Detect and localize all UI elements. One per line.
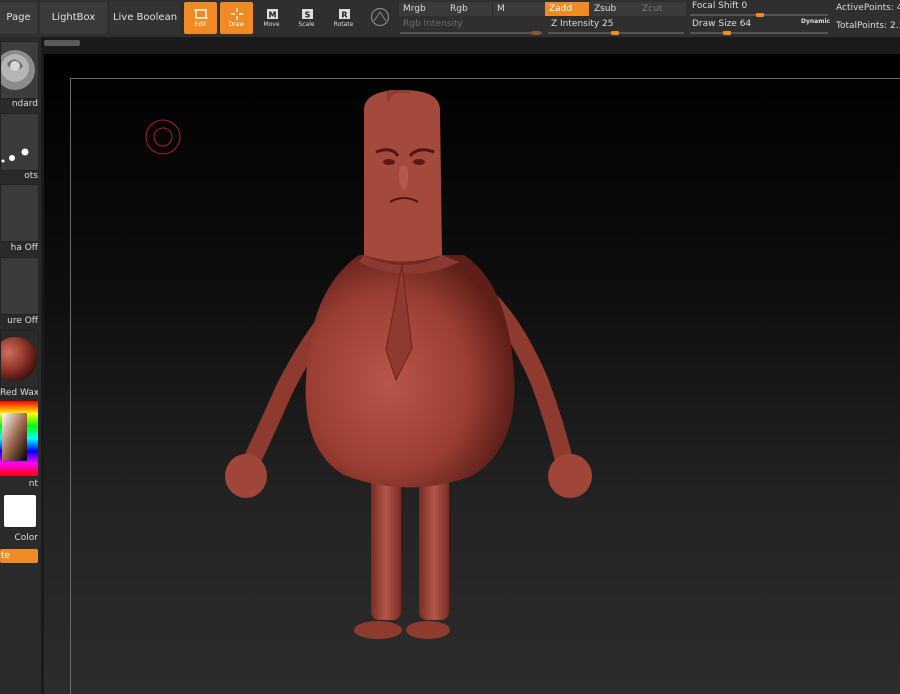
- stroke-label: ots: [24, 171, 38, 181]
- scale-tool-button[interactable]: S Scale: [290, 2, 323, 34]
- focal-shift-knob[interactable]: [756, 13, 764, 17]
- draw-size-knob[interactable]: [723, 31, 731, 35]
- top-toolbar: Page LightBox Live Boolean Edit Draw M M…: [0, 0, 900, 38]
- draw-size-track[interactable]: [690, 32, 828, 34]
- material-label: Red Wax: [0, 388, 38, 398]
- draw-tool-label: Draw: [228, 21, 245, 28]
- z-intensity-knob[interactable]: [611, 31, 619, 35]
- zcut-button[interactable]: Zcut: [638, 2, 686, 16]
- alpha-thumbnail[interactable]: [0, 184, 39, 242]
- brush-label: ndard: [11, 99, 38, 109]
- draw-tool-button[interactable]: Draw: [220, 2, 253, 34]
- rotate-icon: R: [337, 8, 351, 20]
- total-points-readout: TotalPoints: 2.1: [836, 21, 900, 31]
- move-tool-label: Move: [263, 21, 280, 28]
- draw-icon: [230, 8, 244, 20]
- rotate-tool-label: Rotate: [333, 21, 354, 28]
- alpha-label: ha Off: [10, 243, 38, 253]
- main-color-swatch[interactable]: [4, 495, 36, 527]
- move-icon: M: [265, 8, 279, 20]
- rgb-intensity-track[interactable]: [400, 32, 542, 34]
- edit-icon: [193, 8, 208, 20]
- scale-icon: S: [300, 8, 314, 20]
- brush-cursor-icon: [145, 119, 181, 155]
- texture-thumbnail[interactable]: [0, 257, 39, 315]
- dynamic-toggle[interactable]: Dynamic: [801, 18, 830, 25]
- rgb-intensity-knob[interactable]: [532, 31, 540, 35]
- color-label: Color: [14, 533, 39, 543]
- switch-color-button[interactable]: te: [0, 549, 38, 563]
- z-intensity-slider[interactable]: Z Intensity 25: [551, 19, 614, 29]
- active-points-readout: ActivePoints: 42: [836, 3, 900, 13]
- lightbox-button[interactable]: LightBox: [40, 2, 107, 34]
- texture-label: ure Off: [7, 316, 38, 326]
- scale-tool-label: Scale: [298, 21, 315, 28]
- brush-thumbnail[interactable]: [0, 41, 39, 99]
- sphere-icon[interactable]: [370, 7, 390, 27]
- stroke-thumbnail[interactable]: [0, 113, 39, 171]
- rotate-tool-button[interactable]: R Rotate: [327, 2, 360, 34]
- zadd-button[interactable]: Zadd: [545, 2, 589, 16]
- material-thumbnail[interactable]: [0, 330, 39, 388]
- draw-size-slider[interactable]: Draw Size 64: [692, 19, 751, 29]
- m-button[interactable]: M: [493, 2, 545, 16]
- edit-tool-button[interactable]: Edit: [184, 2, 217, 34]
- focal-shift-slider[interactable]: Focal Shift 0: [692, 1, 747, 11]
- color-picker[interactable]: [0, 401, 38, 476]
- left-shelf: ndard ots ha Off ure Off Red Wax nt Colo…: [0, 37, 41, 694]
- svg-text:M: M: [268, 11, 276, 20]
- sculpt-model: [225, 90, 592, 639]
- move-tool-button[interactable]: M Move: [255, 2, 288, 34]
- live-boolean-button[interactable]: Live Boolean: [110, 2, 180, 34]
- svg-text:S: S: [304, 11, 310, 20]
- zsub-button[interactable]: Zsub: [590, 2, 638, 16]
- edit-tool-label: Edit: [194, 21, 207, 28]
- page-button[interactable]: Page: [0, 2, 37, 34]
- rgb-intensity-slider[interactable]: Rgb Intensity: [403, 19, 463, 29]
- canvas-scrollbar[interactable]: [44, 40, 80, 46]
- rgb-button[interactable]: Rgb: [446, 2, 492, 16]
- svg-text:R: R: [341, 11, 347, 20]
- canvas-viewport[interactable]: [44, 54, 900, 694]
- gradient-label: nt: [28, 479, 38, 489]
- mrgb-button[interactable]: Mrgb: [399, 2, 447, 16]
